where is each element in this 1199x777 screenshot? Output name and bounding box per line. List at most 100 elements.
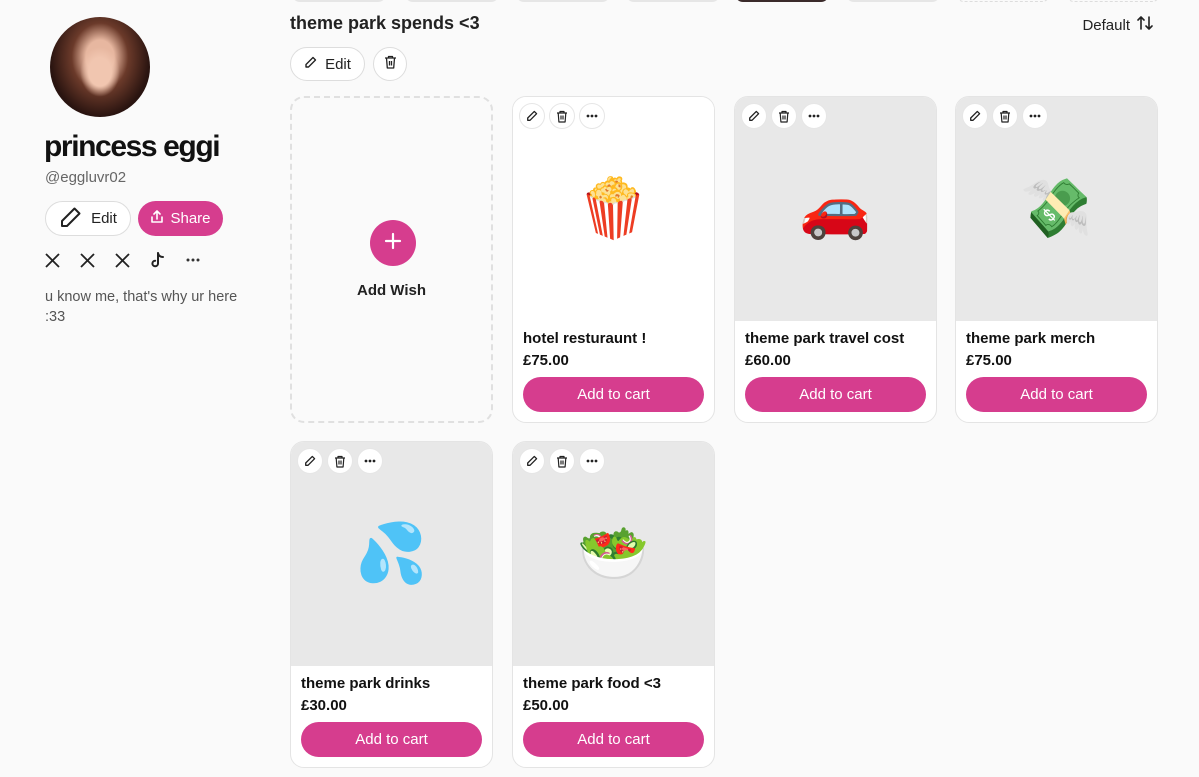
wish-emoji: 🚗 xyxy=(799,176,872,241)
social-links xyxy=(44,251,201,269)
wish-actions xyxy=(962,103,1048,129)
pencil-icon xyxy=(59,205,83,233)
add-wish-card[interactable]: Add Wish xyxy=(290,96,493,423)
add-wish-label: Add Wish xyxy=(356,282,427,299)
wish-actions xyxy=(297,448,383,474)
add-to-cart-button[interactable]: Add to cart xyxy=(966,377,1147,412)
edit-wish-button[interactable] xyxy=(297,448,323,474)
trash-icon xyxy=(556,110,568,123)
wish-name: theme park drinks xyxy=(301,675,431,692)
edit-list-button[interactable]: Edit xyxy=(290,47,365,81)
wish-emoji: 🍿 xyxy=(577,176,650,241)
more-options-button[interactable] xyxy=(579,448,605,474)
wish-emoji: 🥗 xyxy=(577,521,650,586)
share-icon xyxy=(150,209,164,228)
more-options-button[interactable] xyxy=(801,103,827,129)
profile-handle: @eggluvr02 xyxy=(45,169,127,186)
sort-dropdown[interactable]: Default xyxy=(1082,15,1153,35)
wish-name: theme park merch xyxy=(966,330,1096,347)
plus-icon xyxy=(384,232,402,255)
list-thumbnail[interactable] xyxy=(516,0,610,2)
pencil-icon xyxy=(304,56,317,73)
pencil-icon xyxy=(304,455,316,467)
wish-price: £60.00 xyxy=(745,352,791,369)
wish-card[interactable]: 🍿 hotel resturaunt ! £75.00 Add to cart xyxy=(512,96,715,423)
wish-image[interactable]: 💸 xyxy=(956,97,1157,321)
wish-actions xyxy=(519,103,605,129)
list-thumbnail[interactable] xyxy=(292,0,386,2)
trash-icon xyxy=(384,55,397,74)
trash-icon xyxy=(334,455,346,468)
wish-name: hotel resturaunt ! xyxy=(523,330,647,347)
delete-wish-button[interactable] xyxy=(549,448,575,474)
pencil-icon xyxy=(526,110,538,122)
wish-image[interactable]: 💦 xyxy=(291,442,492,666)
x-icon[interactable] xyxy=(79,251,96,269)
wish-image[interactable]: 🍿 xyxy=(513,97,714,321)
trash-icon xyxy=(778,110,790,123)
wish-emoji: 💸 xyxy=(1020,176,1093,241)
list-thumbnail[interactable] xyxy=(956,0,1050,2)
tiktok-icon[interactable] xyxy=(149,251,166,269)
share-profile-label: Share xyxy=(170,210,211,227)
delete-list-button[interactable] xyxy=(373,47,407,81)
more-icon[interactable] xyxy=(184,251,201,269)
share-profile-button[interactable]: Share xyxy=(138,201,223,236)
pencil-icon xyxy=(969,110,981,122)
add-to-cart-button[interactable]: Add to cart xyxy=(523,377,704,412)
pencil-icon xyxy=(748,110,760,122)
list-thumbnail[interactable] xyxy=(846,0,940,2)
wish-image[interactable]: 🥗 xyxy=(513,442,714,666)
profile-bio: u know me, that's why ur here :33 xyxy=(45,289,238,325)
edit-profile-label: Edit xyxy=(91,210,117,227)
wish-image[interactable]: 🚗 xyxy=(735,97,936,321)
list-thumbnail[interactable] xyxy=(626,0,720,2)
x-icon[interactable] xyxy=(44,251,61,269)
wish-price: £50.00 xyxy=(523,697,569,714)
delete-wish-button[interactable] xyxy=(549,103,575,129)
more-options-button[interactable] xyxy=(357,448,383,474)
wish-price: £30.00 xyxy=(301,697,347,714)
avatar xyxy=(50,17,150,117)
more-icon xyxy=(586,114,598,118)
more-icon xyxy=(586,459,598,463)
sort-label: Default xyxy=(1082,16,1130,34)
edit-wish-button[interactable] xyxy=(519,103,545,129)
delete-wish-button[interactable] xyxy=(327,448,353,474)
list-title: theme park spends <3 xyxy=(290,13,480,33)
more-icon xyxy=(1029,114,1041,118)
add-wish-button[interactable] xyxy=(370,220,416,266)
wish-card[interactable]: 🚗 theme park travel cost £60.00 Add to c… xyxy=(734,96,937,423)
sort-arrows-icon xyxy=(1137,15,1153,35)
list-thumbnail[interactable] xyxy=(405,0,499,2)
edit-wish-button[interactable] xyxy=(962,103,988,129)
list-thumbnail[interactable] xyxy=(1066,0,1160,2)
wish-price: £75.00 xyxy=(523,352,569,369)
wish-actions xyxy=(741,103,827,129)
delete-wish-button[interactable] xyxy=(771,103,797,129)
add-to-cart-button[interactable]: Add to cart xyxy=(523,722,704,757)
edit-profile-button[interactable]: Edit xyxy=(45,201,131,236)
wish-card[interactable]: 💸 theme park merch £75.00 Add to cart xyxy=(955,96,1158,423)
more-options-button[interactable] xyxy=(579,103,605,129)
wish-actions xyxy=(519,448,605,474)
wish-name: theme park travel cost xyxy=(745,330,905,347)
more-icon xyxy=(364,459,376,463)
add-to-cart-button[interactable]: Add to cart xyxy=(745,377,926,412)
edit-wish-button[interactable] xyxy=(519,448,545,474)
wish-emoji: 💦 xyxy=(355,521,428,586)
wish-name: theme park food <3 xyxy=(523,675,661,692)
wish-card[interactable]: 🥗 theme park food <3 £50.00 Add to cart xyxy=(512,441,715,768)
add-to-cart-button[interactable]: Add to cart xyxy=(301,722,482,757)
edit-wish-button[interactable] xyxy=(741,103,767,129)
wish-card[interactable]: 💦 theme park drinks £30.00 Add to cart xyxy=(290,441,493,768)
delete-wish-button[interactable] xyxy=(992,103,1018,129)
list-thumbnail[interactable] xyxy=(735,0,829,2)
wish-price: £75.00 xyxy=(966,352,1012,369)
edit-list-label: Edit xyxy=(325,55,351,73)
more-options-button[interactable] xyxy=(1022,103,1048,129)
trash-icon xyxy=(556,455,568,468)
trash-icon xyxy=(999,110,1011,123)
x-icon[interactable] xyxy=(114,251,131,269)
pencil-icon xyxy=(526,455,538,467)
